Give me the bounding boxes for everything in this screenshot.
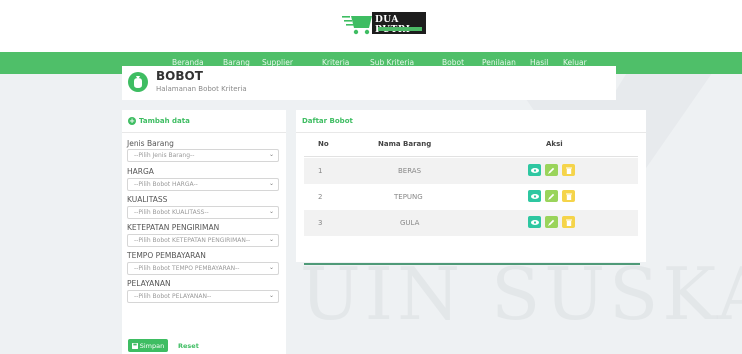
brand-logo[interactable]: DUA PUTRI	[342, 10, 426, 40]
view-button[interactable]	[528, 216, 541, 228]
field-label-kualitass: KUALITASS	[127, 195, 168, 204]
field-label-ketepatan-pengiriman: KETEPATAN PENGIRIMAN	[127, 223, 220, 232]
chevron-down-icon: ⌄	[268, 151, 274, 158]
select-harga[interactable]: --Pilih Bobot HARGA-- ⌄	[127, 178, 279, 191]
edit-button[interactable]	[545, 190, 558, 202]
field-label-harga: HARGA	[127, 167, 154, 176]
trash-icon	[565, 219, 572, 226]
row-number: 2	[318, 193, 323, 201]
eye-icon	[530, 193, 539, 199]
chevron-down-icon: ⌄	[268, 236, 274, 243]
money-bag-icon	[128, 72, 148, 92]
row-number: 3	[318, 219, 323, 227]
pencil-icon	[548, 167, 555, 174]
trash-icon	[565, 193, 572, 200]
save-icon	[131, 342, 138, 349]
delete-button[interactable]	[562, 216, 575, 228]
weight-list-card: Daftar Bobot No Nama Barang Aksi 1 BERAS…	[296, 110, 646, 265]
top-bar: DUA PUTRI	[0, 0, 742, 52]
page-header: BOBOT Halamanan Bobot Kriteria	[122, 66, 616, 100]
page-title: BOBOT	[156, 69, 203, 83]
view-button[interactable]	[528, 164, 541, 176]
eye-icon	[530, 219, 539, 225]
edit-button[interactable]	[545, 164, 558, 176]
plus-circle-icon: +	[128, 117, 136, 125]
brand-name: DUA PUTRI	[375, 15, 410, 35]
column-header-aksi: Aksi	[546, 140, 563, 148]
table-row: 1 BERAS	[304, 158, 638, 184]
pencil-icon	[548, 219, 555, 226]
table-heading: Daftar Bobot	[302, 117, 353, 125]
pencil-icon	[548, 193, 555, 200]
row-number: 1	[318, 167, 323, 175]
select-pelayanan[interactable]: --Pilih Bobot PELAYANAN-- ⌄	[127, 290, 279, 303]
form-heading: + Tambah data	[128, 117, 190, 125]
field-label-tempo-pembayaran: TEMPO PEMBAYARAN	[127, 251, 206, 260]
row-item-name: TEPUNG	[394, 193, 423, 201]
trash-icon	[565, 167, 572, 174]
reset-button[interactable]: Reset	[178, 342, 199, 350]
select-jenis-barang[interactable]: --Pilih Jenis Barang-- ⌄	[127, 149, 279, 162]
view-button[interactable]	[528, 190, 541, 202]
field-label-jenis-barang: Jenis Barang	[127, 139, 174, 148]
table-row: 2 TEPUNG	[304, 184, 638, 210]
row-item-name: GULA	[400, 219, 420, 227]
chevron-down-icon: ⌄	[268, 292, 274, 299]
select-kualitass[interactable]: --Pilih Bobot KUALITASS-- ⌄	[127, 206, 279, 219]
page-subtitle: Halamanan Bobot Kriteria	[156, 85, 247, 93]
chevron-down-icon: ⌄	[268, 208, 274, 215]
edit-button[interactable]	[545, 216, 558, 228]
chevron-down-icon: ⌄	[268, 180, 274, 187]
table-row: 3 GULA	[304, 210, 638, 236]
select-tempo-pembayaran[interactable]: --Pilih Bobot TEMPO PEMBAYARAN-- ⌄	[127, 262, 279, 275]
chevron-down-icon: ⌄	[268, 264, 274, 271]
delete-button[interactable]	[562, 164, 575, 176]
cart-icon	[342, 16, 372, 35]
delete-button[interactable]	[562, 190, 575, 202]
watermark-text: UIN SUSKA R	[300, 252, 742, 336]
eye-icon	[530, 167, 539, 173]
field-label-pelayanan: PELAYANAN	[127, 279, 171, 288]
save-button[interactable]: Simpan	[128, 339, 168, 352]
add-weight-form: + Tambah data Jenis Barang --Pilih Jenis…	[122, 110, 286, 354]
row-item-name: BERAS	[398, 167, 422, 175]
column-header-no: No	[318, 140, 329, 148]
select-ketepatan-pengiriman[interactable]: --Pilih Bobot KETEPATAN PENGIRIMAN-- ⌄	[127, 234, 279, 247]
column-header-nama-barang: Nama Barang	[378, 140, 432, 148]
